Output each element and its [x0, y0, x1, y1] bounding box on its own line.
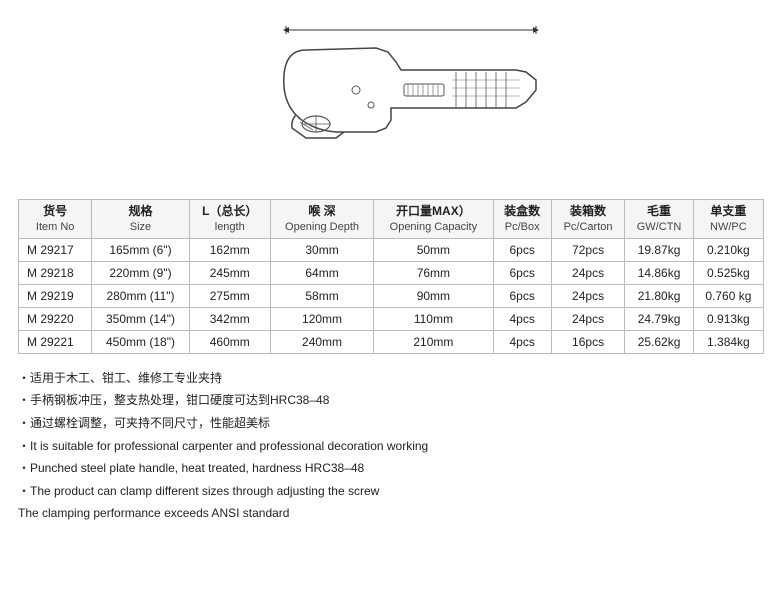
- table-cell-4-1: 450mm (18"): [92, 330, 189, 353]
- table-header-3: 喉 深Opening Depth: [270, 200, 373, 239]
- feature-item: ・Punched steel plate handle, heat treate…: [18, 458, 764, 480]
- table-cell-2-4: 90mm: [374, 284, 493, 307]
- table-cell-3-5: 4pcs: [493, 307, 551, 330]
- table-header-1: 规格Size: [92, 200, 189, 239]
- table-cell-0-4: 50mm: [374, 238, 493, 261]
- table-cell-2-5: 6pcs: [493, 284, 551, 307]
- table-header-7: 毛重GW/CTN: [625, 200, 693, 239]
- table-header-0: 货号Item No: [19, 200, 92, 239]
- table-header-8: 单支重NW/PC: [693, 200, 763, 239]
- table-header-2: L（总长）length: [189, 200, 270, 239]
- table-cell-0-3: 30mm: [270, 238, 373, 261]
- table-cell-2-6: 24pcs: [551, 284, 625, 307]
- table-cell-3-6: 24pcs: [551, 307, 625, 330]
- table-cell-0-6: 72pcs: [551, 238, 625, 261]
- table-cell-4-0: M 29221: [19, 330, 92, 353]
- features-section: ・适用于木工、钳工、维修工专业夹持・手柄钢板冲压，整支热处理，钳口硬度可达到HR…: [18, 368, 764, 525]
- table-cell-3-2: 342mm: [189, 307, 270, 330]
- table-cell-1-8: 0.525kg: [693, 261, 763, 284]
- table-cell-4-4: 210mm: [374, 330, 493, 353]
- table-cell-3-4: 110mm: [374, 307, 493, 330]
- feature-item: ・The product can clamp different sizes t…: [18, 481, 764, 503]
- table-cell-0-5: 6pcs: [493, 238, 551, 261]
- table-row: M 29220350mm (14")342mm120mm110mm4pcs24p…: [19, 307, 764, 330]
- page: 货号Item No规格SizeL（总长）length喉 深Opening Dep…: [0, 0, 782, 542]
- feature-item: ・通过螺栓调整，可夹持不同尺寸，性能超美标: [18, 413, 764, 435]
- spec-table: 货号Item No规格SizeL（总长）length喉 深Opening Dep…: [18, 199, 764, 354]
- table-cell-2-1: 280mm (11"): [92, 284, 189, 307]
- table-cell-2-3: 58mm: [270, 284, 373, 307]
- table-cell-1-0: M 29218: [19, 261, 92, 284]
- table-cell-4-3: 240mm: [270, 330, 373, 353]
- table-cell-2-0: M 29219: [19, 284, 92, 307]
- table-cell-1-2: 245mm: [189, 261, 270, 284]
- table-header-5: 装盒数Pc/Box: [493, 200, 551, 239]
- table-cell-3-0: M 29220: [19, 307, 92, 330]
- table-row: M 29218220mm (9")245mm64mm76mm6pcs24pcs1…: [19, 261, 764, 284]
- tool-diagram: [256, 20, 566, 180]
- table-cell-1-5: 6pcs: [493, 261, 551, 284]
- feature-item: The clamping performance exceeds ANSI st…: [18, 503, 764, 525]
- table-cell-3-1: 350mm (14"): [92, 307, 189, 330]
- diagram-area: [18, 10, 764, 199]
- table-cell-0-2: 162mm: [189, 238, 270, 261]
- table-cell-0-7: 19.87kg: [625, 238, 693, 261]
- table-header-row: 货号Item No规格SizeL（总长）length喉 深Opening Dep…: [19, 200, 764, 239]
- feature-item: ・适用于木工、钳工、维修工专业夹持: [18, 368, 764, 390]
- table-cell-1-6: 24pcs: [551, 261, 625, 284]
- table-cell-2-7: 21.80kg: [625, 284, 693, 307]
- table-row: M 29219280mm (11")275mm58mm90mm6pcs24pcs…: [19, 284, 764, 307]
- table-cell-4-2: 460mm: [189, 330, 270, 353]
- table-header-6: 装箱数Pc/Carton: [551, 200, 625, 239]
- table-cell-0-0: M 29217: [19, 238, 92, 261]
- feature-item: ・手柄钢板冲压，整支热处理，钳口硬度可达到HRC38–48: [18, 390, 764, 412]
- table-cell-4-8: 1.384kg: [693, 330, 763, 353]
- table-cell-0-1: 165mm (6"): [92, 238, 189, 261]
- table-cell-0-8: 0.210kg: [693, 238, 763, 261]
- table-cell-4-7: 25.62kg: [625, 330, 693, 353]
- table-cell-4-5: 4pcs: [493, 330, 551, 353]
- table-cell-2-2: 275mm: [189, 284, 270, 307]
- table-row: M 29221450mm (18")460mm240mm210mm4pcs16p…: [19, 330, 764, 353]
- table-cell-2-8: 0.760 kg: [693, 284, 763, 307]
- table-header-4: 开口量MAX）Opening Capacity: [374, 200, 493, 239]
- table-cell-1-1: 220mm (9"): [92, 261, 189, 284]
- feature-item: ・It is suitable for professional carpent…: [18, 436, 764, 458]
- diagram-wrapper: [256, 20, 566, 183]
- table-cell-1-4: 76mm: [374, 261, 493, 284]
- table-cell-4-6: 16pcs: [551, 330, 625, 353]
- table-row: M 29217165mm (6")162mm30mm50mm6pcs72pcs1…: [19, 238, 764, 261]
- table-cell-3-8: 0.913kg: [693, 307, 763, 330]
- table-cell-3-7: 24.79kg: [625, 307, 693, 330]
- table-cell-1-7: 14.86kg: [625, 261, 693, 284]
- table-cell-3-3: 120mm: [270, 307, 373, 330]
- table-cell-1-3: 64mm: [270, 261, 373, 284]
